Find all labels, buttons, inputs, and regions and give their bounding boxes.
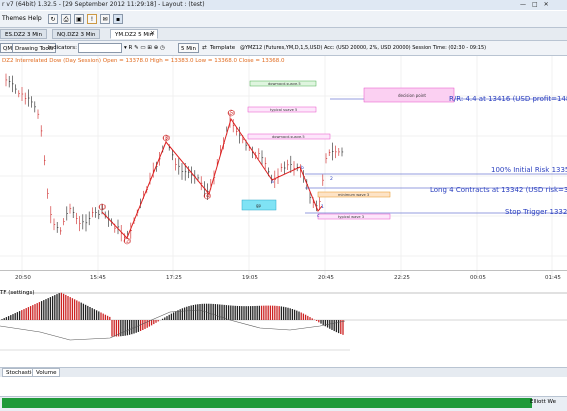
window-controls[interactable]: —□✕	[520, 1, 555, 8]
time-tick: 00:05	[470, 275, 486, 281]
tab-nq[interactable]: NQ.DZ2 3 Min	[52, 29, 101, 39]
price-chart[interactable]: dowmacd.suave.5 typical suave 5 dowmacd.…	[0, 56, 567, 278]
alert-icon[interactable]: !	[87, 14, 97, 24]
rr-annotation: R/R: 4.4 at 13416 (USD profit=1480)	[449, 95, 567, 103]
time-tick: 20:45	[318, 275, 334, 281]
indicators-label: Indicators:	[48, 45, 78, 51]
wave-label-a: a	[271, 180, 274, 185]
wave-label-5: (5)	[228, 111, 235, 117]
wave-label-b: b	[301, 165, 304, 171]
status-progress	[2, 398, 532, 408]
save-icon[interactable]: ▪	[113, 14, 123, 24]
refresh-icon[interactable]: ↻	[48, 14, 58, 24]
chart-toolbar: QM Drawing Tools Indicators: ▾ R ✎ ▭ ⊞ ⊕…	[0, 41, 567, 56]
indicator-tabs: Stochastic Volume	[0, 367, 567, 377]
wave-label-4: (4)	[204, 194, 211, 200]
tab-es[interactable]: ES.DZ2 3 Min	[0, 29, 47, 39]
title-bar: r v7 (64bit) 1.32.5 - [29 September 2012…	[0, 0, 567, 10]
time-tick: 19:05	[242, 275, 258, 281]
menu-bar: Themes Help ↻ ⎙ ▣ ! ✉ ▪	[0, 11, 567, 28]
chart-header: DZ2 Interrelated Dow (Day Session) Open …	[2, 58, 285, 64]
chart-type-icons[interactable]: ▾ R ✎ ▭ ⊞ ⊕ ◷	[124, 43, 165, 53]
instrument-info: @YMZ12 (Futures,YM,D,1,5,USD) Acc: (USD …	[240, 45, 487, 51]
period-arrow-icon[interactable]: ⇄	[202, 43, 207, 53]
indicators-dropdown[interactable]	[78, 43, 122, 53]
chart-tabs: ES.DZ2 3 Min NQ.DZ2 3 Min YM.DZ2 5 Min ✕	[0, 28, 567, 41]
typical-wave-label: typical wave 3	[338, 215, 364, 219]
chart-grid	[0, 56, 567, 278]
tab-volume[interactable]: Volume	[32, 368, 61, 377]
wave-label-1: (1)	[99, 205, 106, 211]
cyan-zone-label: gp	[256, 203, 262, 208]
macd-support-label-1: dowmacd.suave.5	[268, 82, 301, 86]
print-icon[interactable]: ⎙	[61, 14, 71, 24]
wave-label-ii: 2	[330, 176, 333, 182]
stop-annotation: Stop Trigger 13325	[505, 208, 567, 216]
template-button[interactable]: Template	[210, 43, 235, 53]
time-tick: 22:25	[394, 275, 410, 281]
long-annotation: Long 4 Contracts at 13342 (USD risk=340)	[430, 186, 567, 194]
typical-suave-label: typical suave 5	[270, 108, 297, 112]
window-title: r v7 (64bit) 1.32.5 - [29 September 2012…	[2, 1, 205, 8]
initial-risk-annotation: 100% Initial Risk 13359	[491, 166, 567, 174]
wave-label-i: 1	[321, 204, 324, 210]
close-icon[interactable]: ✕	[150, 30, 155, 37]
time-tick: 15:45	[90, 275, 106, 281]
macd-support-label-2: dowmacd.suave.5	[272, 135, 305, 139]
wave-label-2: (2)	[124, 239, 131, 245]
decision-point-label: decision point	[398, 93, 426, 98]
time-tick: 01:45	[545, 275, 561, 281]
menu-item-help[interactable]: Help	[28, 15, 42, 22]
menu-item-themes[interactable]: Themes	[2, 15, 26, 22]
lock-icon[interactable]: ▣	[74, 14, 84, 24]
minimum-wave-label: minimum wave 3	[338, 193, 369, 197]
time-tick: 17:25	[166, 275, 182, 281]
status-right-text: Elliott We	[530, 399, 556, 405]
oscillator-title: TF (settings)	[0, 290, 35, 296]
oscillator-panel[interactable]	[0, 290, 567, 366]
time-tick: 20:50	[15, 275, 31, 281]
wave-label-3: (3)	[163, 136, 170, 142]
time-axis: 20:50 15:45 17:25 19:05 20:45 22:25 00:0…	[0, 270, 567, 285]
email-icon[interactable]: ✉	[100, 14, 110, 24]
bar-period-button[interactable]: 5 Min	[178, 43, 200, 53]
